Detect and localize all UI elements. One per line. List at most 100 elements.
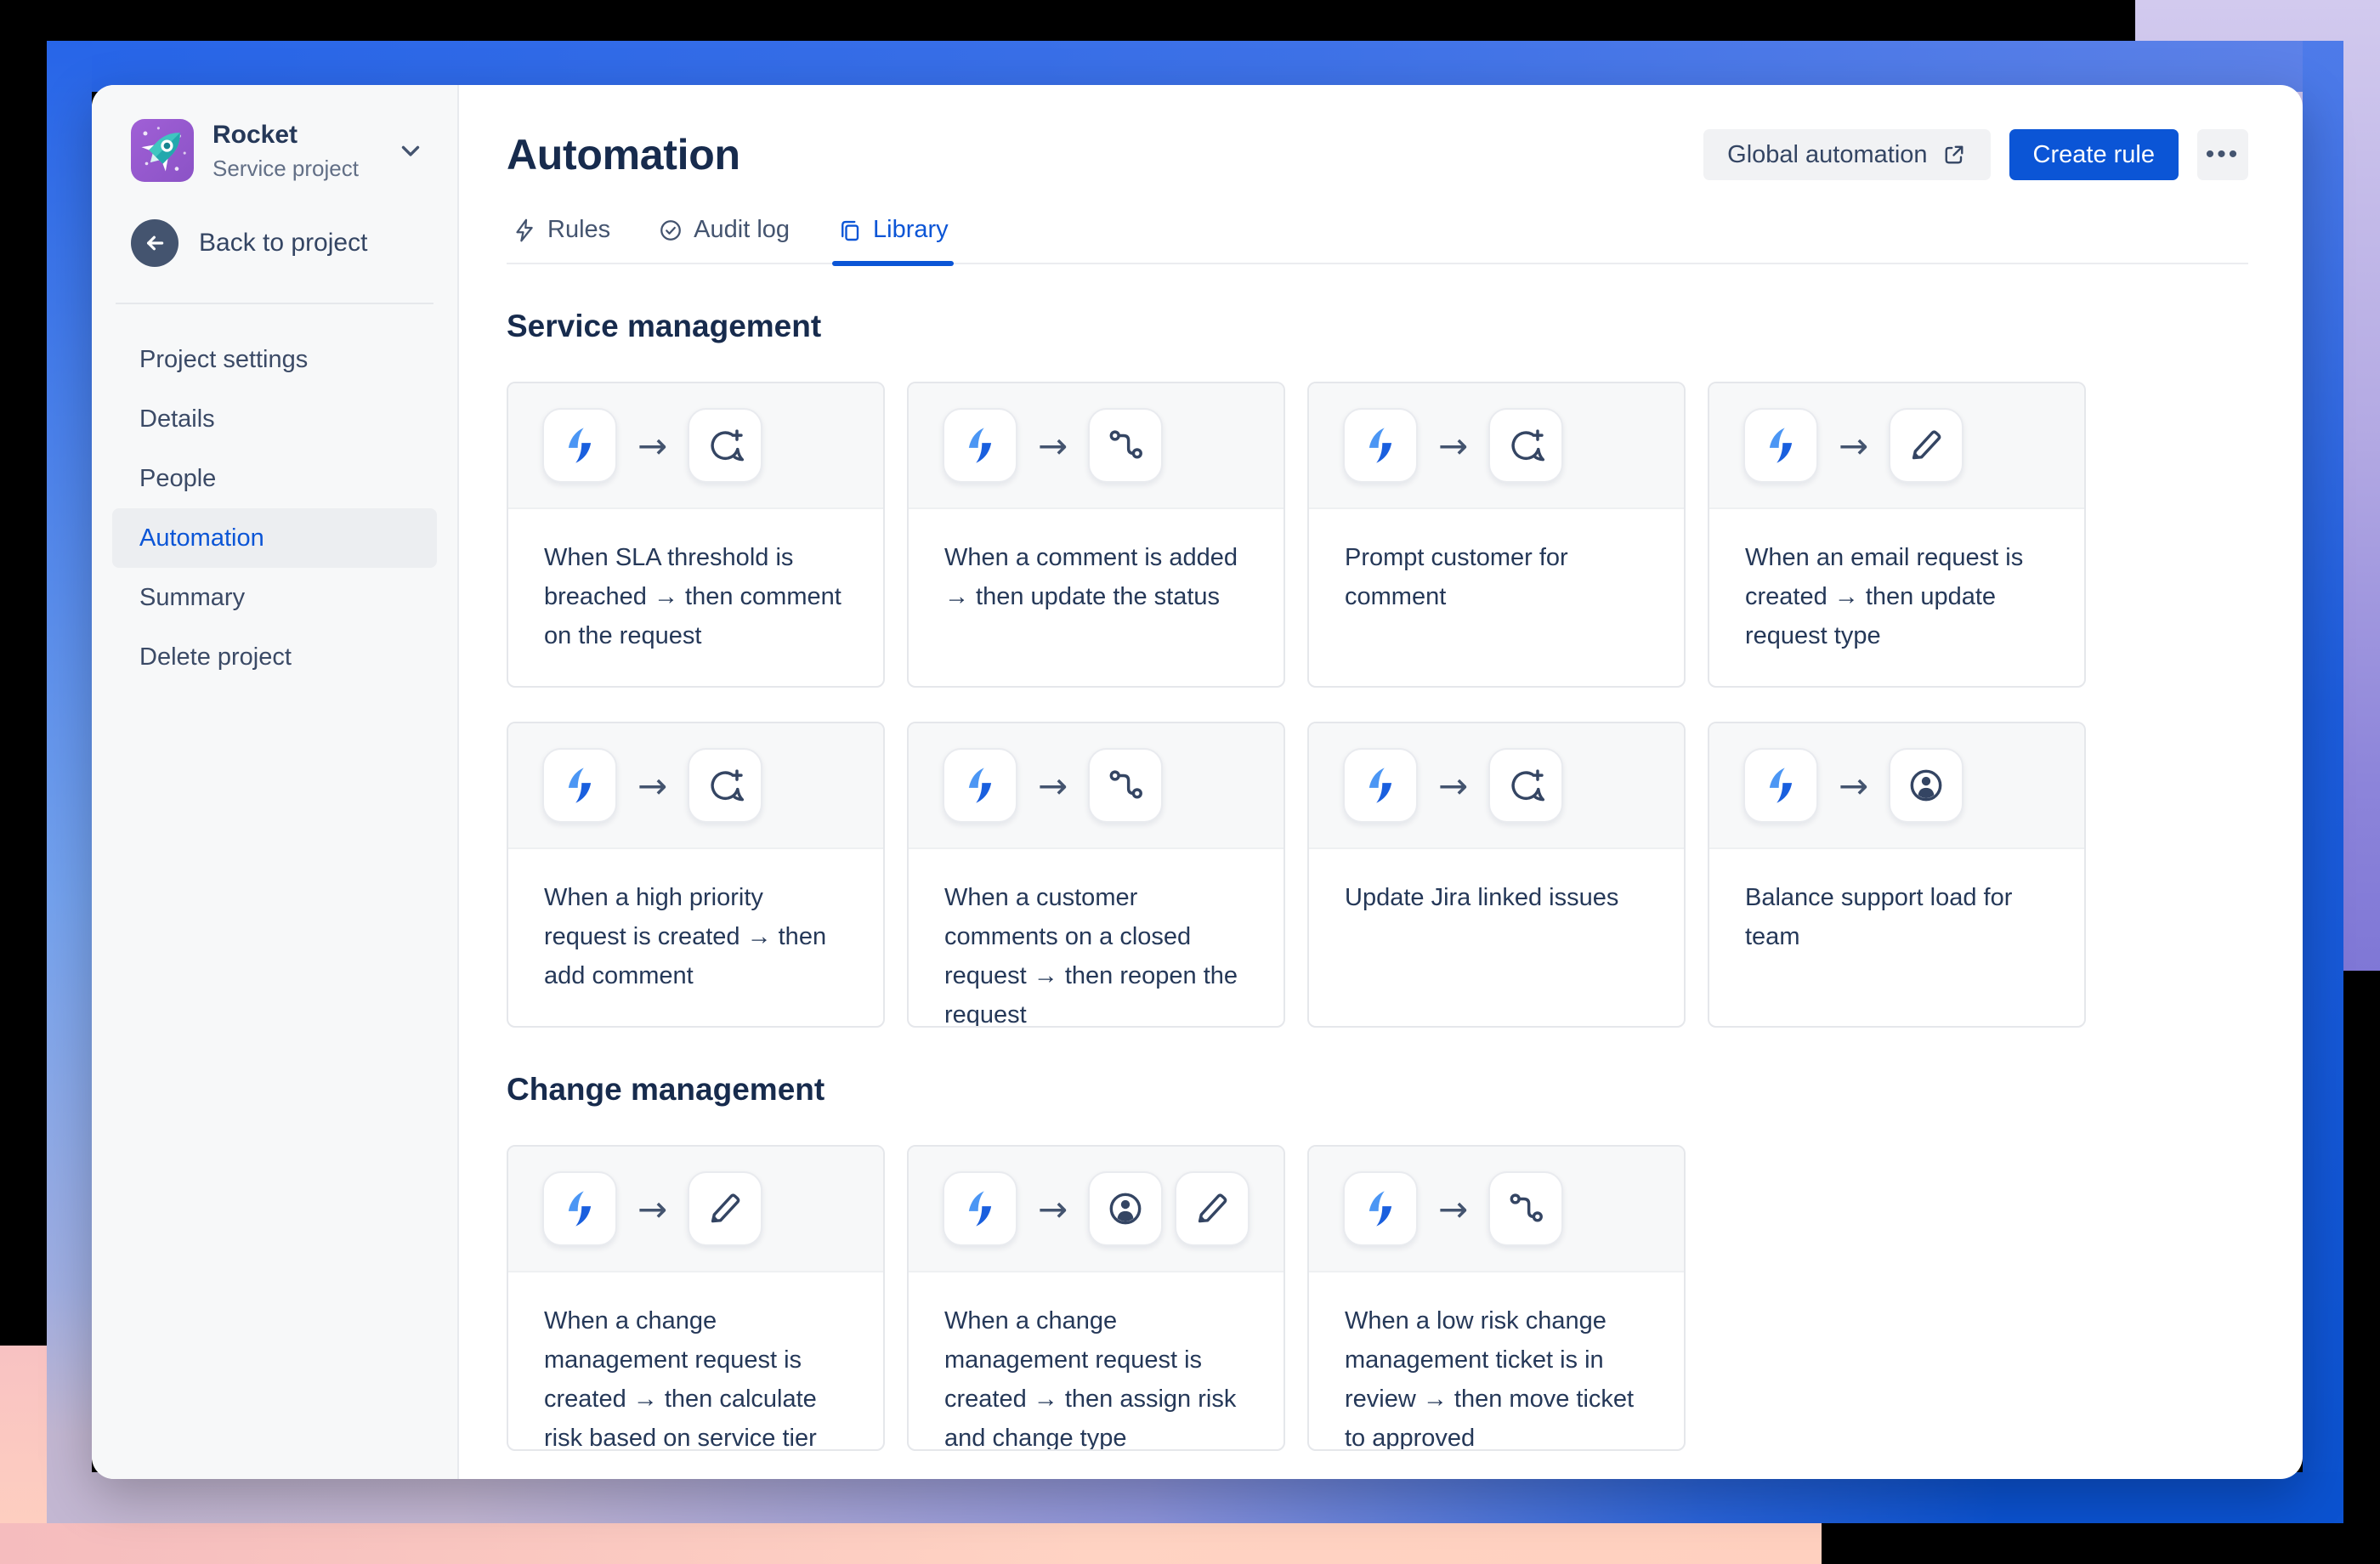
check-circle-icon [660,219,682,241]
sidebar-item-details[interactable]: Details [112,389,437,449]
automation-lightning-tile [1343,748,1418,823]
card-description: When a comment is added → then update th… [944,544,1238,610]
automation-lightning-icon [568,428,592,463]
comment-add-tile [1488,748,1564,823]
automation-lightning-tile [542,748,617,823]
automation-template-card[interactable]: → When a change management request is cre… [907,1145,1285,1451]
project-name: Rocket [212,121,298,149]
automation-template-card[interactable]: → When a customer comments on a closed re… [907,722,1285,1028]
tab-rules-label: Rules [547,216,611,243]
tab-audit-log[interactable]: Audit log [653,216,795,263]
automation-template-card[interactable]: → When a low risk change management ticke… [1307,1145,1686,1451]
automation-lightning-icon [1368,768,1392,803]
person-circle-tile [1889,748,1964,823]
card-description: Prompt customer for comment [1345,544,1568,610]
comment-add-icon [1511,769,1545,802]
sidebar: Rocket Service project Back to project P… [92,85,459,1479]
automation-template-card[interactable]: → Prompt customer for comment [1307,382,1686,688]
edit-pencil-tile [688,1171,763,1246]
section-heading: Change management [507,1072,825,1107]
sidebar-item-summary[interactable]: Summary [112,568,437,627]
edit-pencil-tile [1175,1171,1250,1246]
copy-pages-icon [842,220,859,241]
card-icon-strip: → [508,383,883,509]
arrow-right-icon: → [638,764,668,807]
automation-lightning-tile [542,1171,617,1246]
page-title: Automation [507,131,740,178]
sidebar-item-project-settings[interactable]: Project settings [112,330,437,389]
card-icon-strip: → [508,1147,883,1272]
card-icon-strip: → [1309,723,1684,849]
card-description: When a change management request is crea… [544,1307,817,1451]
arrow-right-icon: → [1038,1187,1068,1230]
sidebar-item-people[interactable]: People [112,449,437,508]
card-description: Update Jira linked issues [1345,884,1619,911]
automation-lightning-icon [968,768,992,803]
automation-template-card[interactable]: → When SLA threshold is breached → then c… [507,382,885,688]
card-icon-strip: → [909,383,1284,509]
automation-lightning-icon [968,428,992,463]
backdrop-peach-strip [0,1523,1822,1564]
automation-lightning-icon [1368,428,1392,463]
automation-template-card[interactable]: → When an email request is created → then… [1708,382,2086,688]
arrow-right-icon: → [1839,424,1869,467]
comment-add-tile [1488,408,1564,483]
automation-lightning-tile [1343,1171,1418,1246]
automation-lightning-tile [542,408,617,483]
card-description: When an email request is created → then … [1745,544,2024,649]
automation-template-card[interactable]: → Balance support load for team [1708,722,2086,1028]
tab-bar: Rules Audit log Library [507,216,2248,266]
more-actions-button[interactable]: ••• [2197,129,2248,180]
external-link-icon [1945,145,1963,164]
chevron-down-icon[interactable] [396,136,425,165]
ellipsis-icon: ••• [2205,140,2241,168]
automation-lightning-tile [943,748,1017,823]
edit-pencil-icon [1912,430,1941,460]
card-icon-strip: → [1309,383,1684,509]
comment-add-icon [1511,429,1545,462]
automation-lightning-tile [943,1171,1017,1246]
tab-library[interactable]: Library [832,216,954,266]
person-circle-icon [1109,1193,1142,1225]
automation-template-card[interactable]: → When a comment is added → then update t… [907,382,1285,688]
arrow-right-icon: → [1839,764,1869,807]
backdrop-frame-top [47,41,2343,92]
sidebar-item-automation[interactable]: Automation [112,508,437,568]
create-rule-label: Create rule [2032,140,2155,168]
workflow-transition-icon [1109,430,1143,459]
workflow-transition-icon [1109,770,1143,799]
automation-lightning-icon [568,768,592,803]
card-description: Balance support load for team [1745,884,2013,950]
card-description: When SLA threshold is breached → then co… [544,544,842,649]
automation-lightning-icon [1368,1191,1392,1227]
template-card-grid: → When SLA threshold is breached → then c… [507,382,2248,1028]
person-circle-tile [1088,1171,1164,1246]
comment-add-icon [711,769,745,802]
automation-lightning-tile [1743,408,1818,483]
arrow-right-icon: → [1038,764,1068,807]
tab-library-label: Library [873,216,949,243]
arrow-right-icon: → [1438,764,1469,807]
automation-lightning-tile [1743,748,1818,823]
card-icon-strip: → [1309,1147,1684,1272]
sidebar-item-delete-project[interactable]: Delete project [112,627,437,687]
create-rule-button[interactable]: Create rule [2009,129,2179,180]
arrow-left-icon [131,219,178,267]
comment-add-tile [688,408,763,483]
workflow-transition-tile [1088,408,1164,483]
automation-template-card[interactable]: → When a change management request is cre… [507,1145,885,1451]
card-icon-strip: → [1709,723,2084,849]
back-to-project-button[interactable]: Back to project [112,219,437,267]
person-circle-icon [1910,769,1942,802]
tab-rules[interactable]: Rules [507,216,615,263]
automation-template-card[interactable]: → When a high priority request is created… [507,722,885,1028]
lightning-outline-icon [516,218,533,241]
backdrop-frame-left [47,41,92,1523]
card-icon-strip: → [1709,383,2084,509]
edit-pencil-icon [1198,1193,1227,1223]
project-avatar [131,119,194,182]
global-automation-button[interactable]: Global automation [1703,129,1991,180]
main-content: Automation Global automation Create rule… [459,85,2303,1479]
project-switcher[interactable]: Rocket Service project [112,119,437,182]
automation-template-card[interactable]: → Update Jira linked issues [1307,722,1686,1028]
